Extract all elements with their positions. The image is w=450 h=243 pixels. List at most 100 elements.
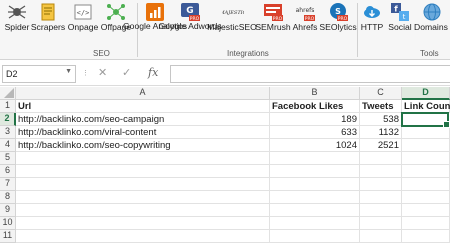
row-header[interactable]: 8 [0, 191, 16, 204]
svg-text:G: G [186, 6, 193, 16]
empty-cell[interactable] [402, 230, 450, 243]
ahrefs-button[interactable]: ahrefs PRO Ahrefs [290, 2, 320, 32]
http-button[interactable]: HTTP [358, 2, 386, 32]
insert-function-icon[interactable]: fx [148, 66, 158, 79]
google-analytics-icon [145, 2, 165, 22]
empty-cell[interactable] [16, 152, 270, 165]
cell-d2-selected[interactable] [401, 112, 450, 128]
column-header-b[interactable]: B [270, 87, 360, 100]
name-box[interactable]: D2 ▼ [2, 65, 76, 83]
empty-cell[interactable] [270, 165, 360, 178]
cell-d1[interactable]: Link Count [402, 100, 450, 113]
empty-cell[interactable] [360, 178, 402, 191]
empty-cell[interactable] [270, 152, 360, 165]
row-header[interactable]: 9 [0, 204, 16, 217]
ribbon: Spider Scrapers </> Onpage Offpage Googl… [0, 0, 450, 60]
empty-cell[interactable] [402, 178, 450, 191]
cell-b2[interactable]: 189 [270, 113, 360, 126]
empty-cell[interactable] [16, 217, 270, 230]
cell-b3[interactable]: 633 [270, 126, 360, 139]
empty-cell[interactable] [360, 204, 402, 217]
empty-cell[interactable] [402, 165, 450, 178]
seolytics-icon: S PRO [328, 2, 348, 22]
cancel-icon[interactable]: ✕ [98, 66, 107, 79]
cloud-icon [362, 2, 382, 22]
empty-cell[interactable] [402, 152, 450, 165]
empty-cell[interactable] [402, 191, 450, 204]
offpage-icon [106, 2, 126, 22]
cell-b1[interactable]: Facebook Likes [270, 100, 360, 113]
more-icon: ⋮ [82, 70, 89, 77]
onpage-label: Onpage [67, 22, 99, 32]
column-header-c[interactable]: C [360, 87, 402, 100]
row-header[interactable]: 2 [0, 113, 16, 126]
row-header[interactable]: 6 [0, 165, 16, 178]
empty-cell[interactable] [270, 230, 360, 243]
cell-c1[interactable]: Tweets [360, 100, 402, 113]
semrush-button[interactable]: PRO SEMrush [255, 2, 291, 32]
scrapers-button[interactable]: Scrapers [31, 2, 65, 32]
spider-button[interactable]: Spider [2, 2, 32, 32]
spider-icon [7, 2, 27, 22]
cell-d4[interactable] [402, 139, 450, 152]
row-header[interactable]: 1 [0, 100, 16, 113]
cell-c3[interactable]: 1132 [360, 126, 402, 139]
cell-c2[interactable]: 538 [360, 113, 402, 126]
majesticseo-button[interactable]: MAJESTIC MajesticSEO [207, 2, 257, 32]
select-all-corner[interactable] [0, 87, 16, 100]
empty-cell[interactable] [360, 165, 402, 178]
row-header[interactable]: 7 [0, 178, 16, 191]
empty-cell[interactable] [402, 217, 450, 230]
row-header[interactable]: 3 [0, 126, 16, 139]
seolytics-label: SEOlytics [319, 22, 357, 32]
svg-text:S: S [335, 7, 341, 16]
row-header[interactable]: 4 [0, 139, 16, 152]
column-header-d[interactable]: D [402, 87, 450, 100]
onpage-button[interactable]: </> Onpage [67, 2, 99, 32]
empty-cell[interactable] [16, 191, 270, 204]
column-header-a[interactable]: A [16, 87, 270, 100]
cell-a3[interactable]: http://backlinko.com/viral-content [16, 126, 270, 139]
empty-cell[interactable] [360, 191, 402, 204]
name-box-value: D2 [6, 69, 18, 79]
scrapers-icon [38, 2, 58, 22]
group-label-integrations: Integrations [227, 49, 269, 58]
pro-badge: PRO [273, 16, 283, 22]
empty-cell[interactable] [402, 204, 450, 217]
svg-text:ahrefs: ahrefs [296, 7, 315, 14]
empty-cell[interactable] [270, 178, 360, 191]
domains-button[interactable]: Domains [414, 2, 450, 32]
cell-b4[interactable]: 1024 [270, 139, 360, 152]
empty-cell[interactable] [360, 230, 402, 243]
row-header[interactable]: 11 [0, 230, 16, 243]
empty-cell[interactable] [270, 217, 360, 230]
empty-cell[interactable] [16, 178, 270, 191]
enter-icon[interactable]: ✓ [122, 66, 131, 79]
svg-text:t: t [403, 13, 406, 21]
http-label: HTTP [360, 22, 384, 32]
globe-icon [422, 2, 442, 22]
empty-cell[interactable] [360, 152, 402, 165]
majesticseo-label: MajesticSEO [207, 22, 257, 32]
empty-cell[interactable] [16, 204, 270, 217]
semrush-label: SEMrush [255, 22, 291, 32]
cell-c4[interactable]: 2521 [360, 139, 402, 152]
empty-cell[interactable] [270, 204, 360, 217]
row-header[interactable]: 5 [0, 152, 16, 165]
social-button[interactable]: ft Social [385, 2, 415, 32]
pro-badge: PRO [190, 16, 200, 22]
google-adwords-button[interactable]: G PRO Google Adwords [158, 2, 222, 32]
cell-a1[interactable]: Url [16, 100, 270, 113]
cell-a4[interactable]: http://backlinko.com/seo-copywriting [16, 139, 270, 152]
row-header[interactable]: 10 [0, 217, 16, 230]
cell-a2[interactable]: http://backlinko.com/seo-campaign [16, 113, 270, 126]
empty-cell[interactable] [360, 217, 402, 230]
onpage-icon: </> [73, 2, 93, 22]
formula-input[interactable] [170, 65, 450, 83]
empty-cell[interactable] [16, 230, 270, 243]
chevron-down-icon[interactable]: ▼ [65, 68, 72, 75]
formula-bar: D2 ▼ ⋮ ✕ ✓ fx [0, 61, 450, 86]
empty-cell[interactable] [270, 191, 360, 204]
seolytics-button[interactable]: S PRO SEOlytics [319, 2, 357, 32]
empty-cell[interactable] [16, 165, 270, 178]
